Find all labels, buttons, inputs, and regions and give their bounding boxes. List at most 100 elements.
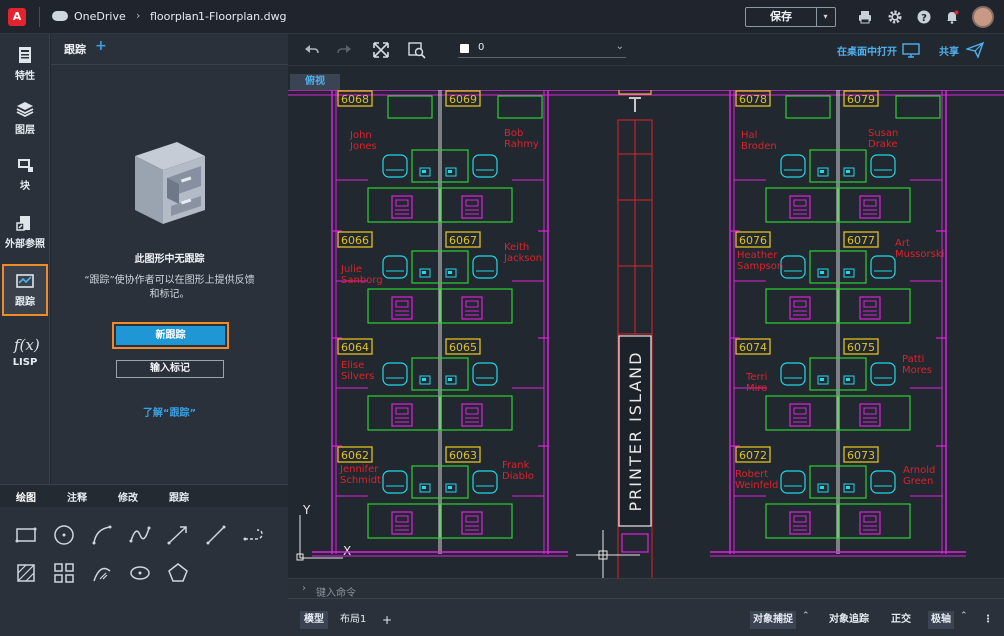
more-options-icon[interactable]: ⋮ — [980, 611, 996, 629]
room-number: 6076 — [739, 234, 767, 247]
save-button[interactable]: 保存 — [746, 8, 817, 26]
chair-icon — [382, 255, 408, 279]
desktop-monitor-icon[interactable] — [902, 41, 920, 59]
tab-layout1[interactable]: 布局1 — [336, 611, 370, 629]
redo-icon[interactable] — [336, 41, 354, 59]
app-window: A OneDrive › floorplan › 1-Floorplan.dwg… — [0, 0, 1004, 636]
room-number: 6068 — [341, 93, 369, 106]
desk — [439, 395, 513, 431]
occupant-last-name: Jackson — [503, 253, 542, 264]
occupant-first-name: Hal — [741, 130, 757, 141]
zoom-extents-icon[interactable] — [372, 41, 390, 59]
svg-text:?: ? — [921, 13, 927, 24]
breadcrumb-onedrive[interactable]: OneDrive — [74, 10, 126, 23]
room-number: 6075 — [847, 341, 875, 354]
chair-icon — [382, 470, 408, 494]
divider — [39, 7, 40, 27]
floorplan-canvas[interactable]: PRINTER ISLAND Y X 6068 60696066 60676064 6… — [288, 90, 1004, 580]
settings-gear-icon[interactable] — [888, 10, 902, 24]
occupant-first-name: Patti — [902, 354, 924, 365]
view-tab-top[interactable]: 俯视 — [290, 74, 340, 90]
import-markup-button[interactable]: 输入标记 — [116, 360, 224, 378]
line-tool-icon[interactable] — [204, 523, 228, 547]
hatch-tool-icon[interactable] — [14, 561, 38, 585]
occupant-last-name: Broden — [741, 141, 777, 152]
occupant-first-name: Art — [895, 238, 910, 249]
rail-item-lisp[interactable]: f(x) LISP — [2, 330, 48, 382]
grid-array-tool-icon[interactable] — [52, 561, 76, 585]
room-number: 6067 — [449, 234, 477, 247]
occupant-first-name: Jennifer — [339, 464, 379, 475]
chair-icon — [780, 470, 806, 494]
rail-item-trace[interactable]: 跟踪 — [2, 264, 48, 316]
polyline-arc-tool-icon[interactable] — [242, 523, 266, 547]
desk — [411, 250, 469, 284]
desk — [367, 503, 441, 539]
zoom-window-icon[interactable] — [408, 41, 426, 59]
share-send-icon[interactable] — [964, 41, 985, 59]
occupant-last-name: Weinfeld — [735, 480, 778, 491]
object-tracking-toggle[interactable]: 对象追踪 — [826, 611, 872, 629]
new-trace-button[interactable]: 新跟踪 — [116, 326, 225, 345]
right-cubicle-block: 6078 6079 6076 6077 6074 6075 6072 6073 HalBrode… — [710, 90, 966, 557]
spline-tool-icon[interactable] — [128, 523, 152, 547]
chevron-up-icon[interactable]: ⌃ — [960, 611, 968, 621]
rail-label: 块 — [20, 181, 30, 192]
trace-panel: 跟踪 + 此图形中无跟踪 “跟踪”使协作者可以在图形上提供反馈和标记。 新跟踪 … — [51, 34, 288, 484]
occupant-first-name: Bob — [504, 128, 523, 139]
computer-icon — [789, 296, 811, 320]
share-link[interactable]: 共享 — [939, 43, 959, 58]
computer-icon — [859, 296, 881, 320]
add-layout-button[interactable]: + — [378, 611, 396, 629]
left-cubicle-block: 6068 6069 6066 6067 6064 6065 6062 6063 JohnJone… — [312, 90, 568, 557]
layer-name: 0 — [478, 42, 485, 53]
command-input[interactable]: 键入命令 — [316, 584, 356, 599]
open-in-desktop-link[interactable]: 在桌面中打开 — [837, 43, 897, 58]
rail-label: 跟踪 — [15, 297, 35, 308]
divider — [51, 64, 288, 65]
viewport-toolbar: 0 ⌄ 在桌面中打开 共享 — [288, 34, 1004, 66]
chair-icon — [382, 362, 408, 386]
circle-tool-icon[interactable] — [52, 523, 76, 547]
polar-toggle[interactable]: 极轴 — [928, 611, 954, 629]
desk — [411, 357, 469, 391]
occupant-first-name: Robert — [735, 469, 768, 480]
autocad-logo-icon[interactable]: A — [8, 8, 26, 26]
computer-icon — [391, 403, 413, 427]
add-trace-button[interactable]: + — [95, 38, 107, 54]
tab-modify[interactable]: 修改 — [118, 489, 138, 504]
notifications-bell-icon[interactable] — [945, 10, 959, 24]
learn-trace-link[interactable]: 了解“跟踪” — [51, 404, 288, 419]
save-options-chevron-icon[interactable]: ▾ — [816, 8, 835, 26]
rail-item-properties[interactable]: 特性 — [2, 40, 48, 92]
tab-annotate[interactable]: 注释 — [67, 489, 87, 504]
tab-trace[interactable]: 跟踪 — [169, 489, 189, 504]
chevron-up-icon[interactable]: ⌃ — [802, 611, 810, 621]
layer-selector[interactable]: 0 ⌄ — [458, 40, 626, 58]
rectangle-tool-icon[interactable] — [14, 523, 38, 547]
breadcrumb-floorplan[interactable]: floorplan — [150, 10, 199, 23]
command-line[interactable]: › 键入命令 — [288, 578, 1004, 600]
command-prompt-arrow-icon: › — [302, 583, 306, 594]
polyline-tool-icon[interactable] — [166, 523, 190, 547]
rail-label: 特性 — [15, 71, 35, 82]
arc-3point-tool-icon[interactable] — [90, 561, 114, 585]
desk — [387, 95, 433, 119]
arc-tool-icon[interactable] — [90, 523, 114, 547]
object-snap-toggle[interactable]: 对象捕捉 — [750, 611, 796, 629]
ortho-toggle[interactable]: 正交 — [888, 611, 914, 629]
tab-draw[interactable]: 绘图 — [16, 489, 36, 504]
user-avatar[interactable] — [972, 6, 994, 28]
polygon-tool-icon[interactable] — [166, 561, 190, 585]
help-icon[interactable]: ? — [917, 10, 931, 24]
computer-icon — [461, 403, 483, 427]
rail-item-layers[interactable]: 图层 — [2, 94, 48, 146]
rail-item-block[interactable]: 块 — [2, 150, 48, 202]
desk — [411, 149, 469, 183]
tab-model[interactable]: 模型 — [300, 611, 328, 629]
chevron-down-icon: ⌄ — [615, 41, 624, 52]
undo-icon[interactable] — [302, 41, 320, 59]
print-icon[interactable] — [858, 10, 872, 24]
ellipse-tool-icon[interactable] — [128, 561, 152, 585]
rail-item-xref[interactable]: 外部参照 — [2, 208, 48, 260]
